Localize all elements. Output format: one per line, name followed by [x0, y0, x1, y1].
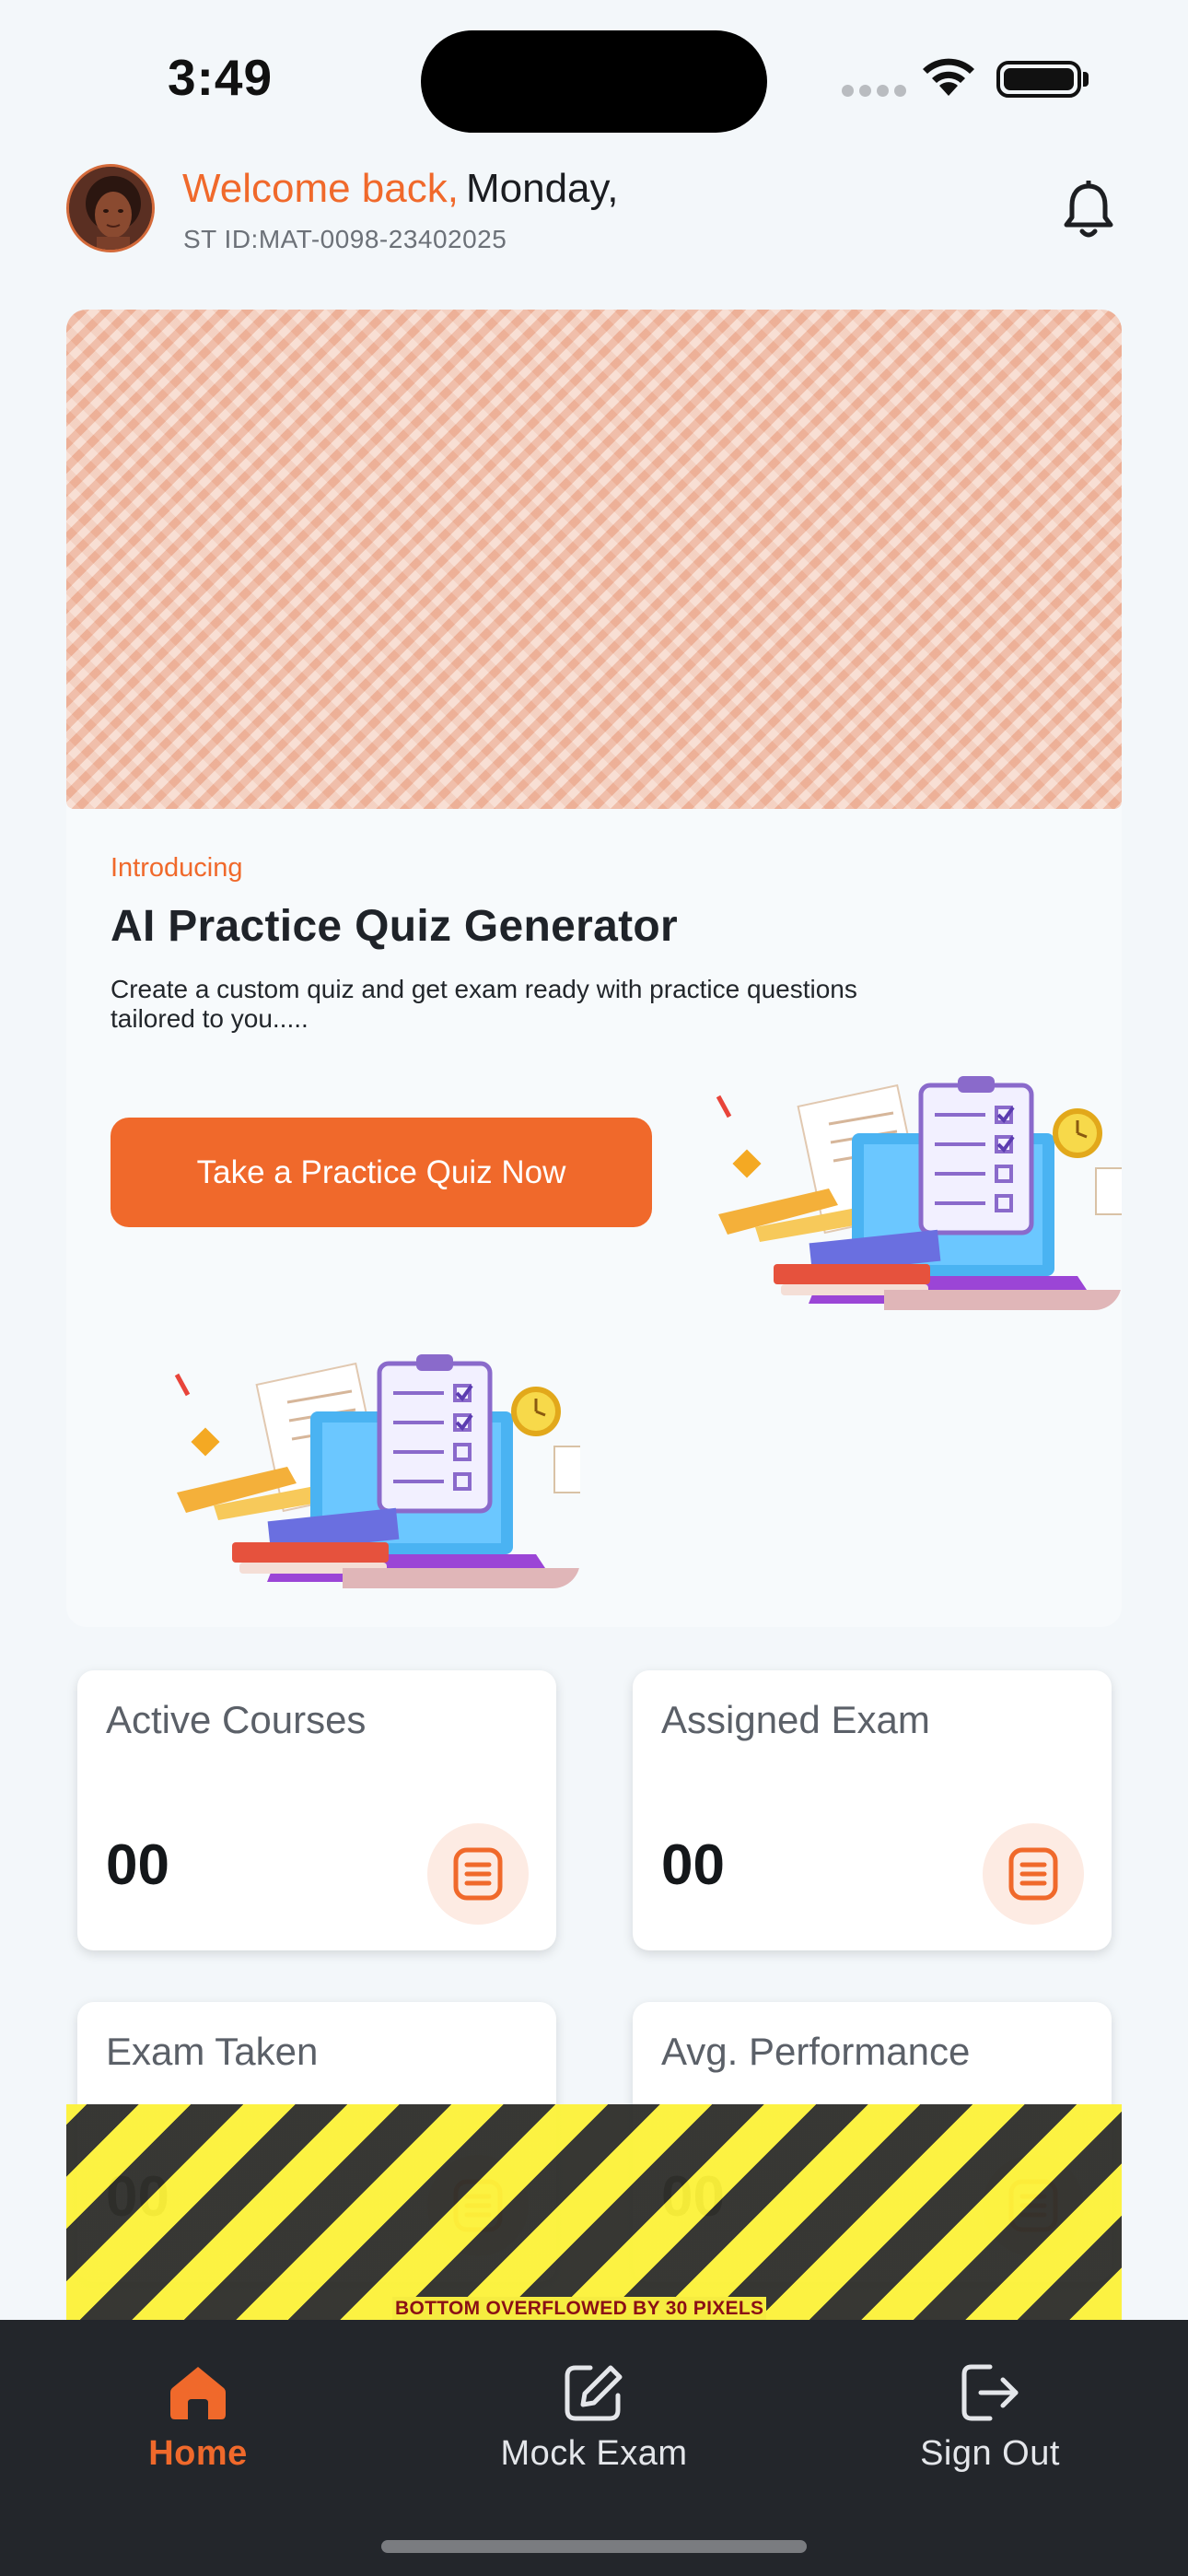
nav-label: Mock Exam — [500, 2434, 688, 2473]
nav-item-mock-exam[interactable]: Mock Exam — [396, 2320, 792, 2504]
notification-bell-icon[interactable] — [1059, 181, 1118, 241]
overflow-warning-text: BOTTOM OVERFLOWED BY 30 PIXELS — [392, 2297, 767, 2321]
stat-value: 00 — [661, 1833, 725, 1897]
stat-value: 00 — [106, 1833, 169, 1897]
stat-label: Exam Taken — [106, 2030, 319, 2073]
edit-icon — [563, 2360, 625, 2425]
welcome-text: Welcome back, — [182, 166, 459, 211]
nav-label: Sign Out — [920, 2434, 1060, 2473]
nav-item-home[interactable]: Home — [0, 2320, 396, 2504]
quiz-illustration-1 — [700, 1069, 1122, 1310]
banner-description: Create a custom quiz and get exam ready … — [111, 975, 857, 1033]
home-indicator — [381, 2540, 807, 2553]
student-id: ST ID:MAT-0098-23402025 — [183, 225, 507, 253]
overflow-warning-stripes — [66, 2104, 1122, 2320]
day-text: Monday, — [465, 166, 619, 211]
battery-icon — [996, 61, 1081, 98]
take-practice-quiz-button[interactable]: Take a Practice Quiz Now — [111, 1118, 652, 1227]
stat-label: Active Courses — [106, 1698, 367, 1741]
home-icon — [168, 2360, 228, 2425]
banner-title: AI Practice Quiz Generator — [111, 902, 679, 951]
document-icon — [983, 1823, 1084, 1925]
stat-label: Assigned Exam — [661, 1698, 930, 1741]
nav-label: Home — [148, 2434, 248, 2473]
sign-out-icon — [959, 2360, 1021, 2425]
nav-item-sign-out[interactable]: Sign Out — [792, 2320, 1188, 2504]
status-time: 3:49 — [168, 49, 274, 106]
battery-cap — [1083, 72, 1089, 87]
wifi-icon — [923, 58, 974, 96]
stat-label: Avg. Performance — [661, 2030, 971, 2073]
stat-card-active-courses[interactable]: Active Courses 00 — [77, 1670, 556, 1950]
document-icon — [427, 1823, 529, 1925]
greeting: Welcome back, Monday, — [182, 166, 618, 212]
stat-card-assigned-exam[interactable]: Assigned Exam 00 — [633, 1670, 1112, 1950]
cellular-signal-icon — [842, 85, 906, 97]
intro-label: Introducing — [111, 853, 243, 883]
avatar[interactable] — [66, 164, 155, 252]
bottom-navigation: Home Mock Exam Sign Out — [0, 2320, 1188, 2576]
quiz-illustration-2 — [158, 1347, 580, 1588]
banner-image-placeholder — [66, 310, 1122, 809]
dynamic-island — [421, 30, 767, 133]
